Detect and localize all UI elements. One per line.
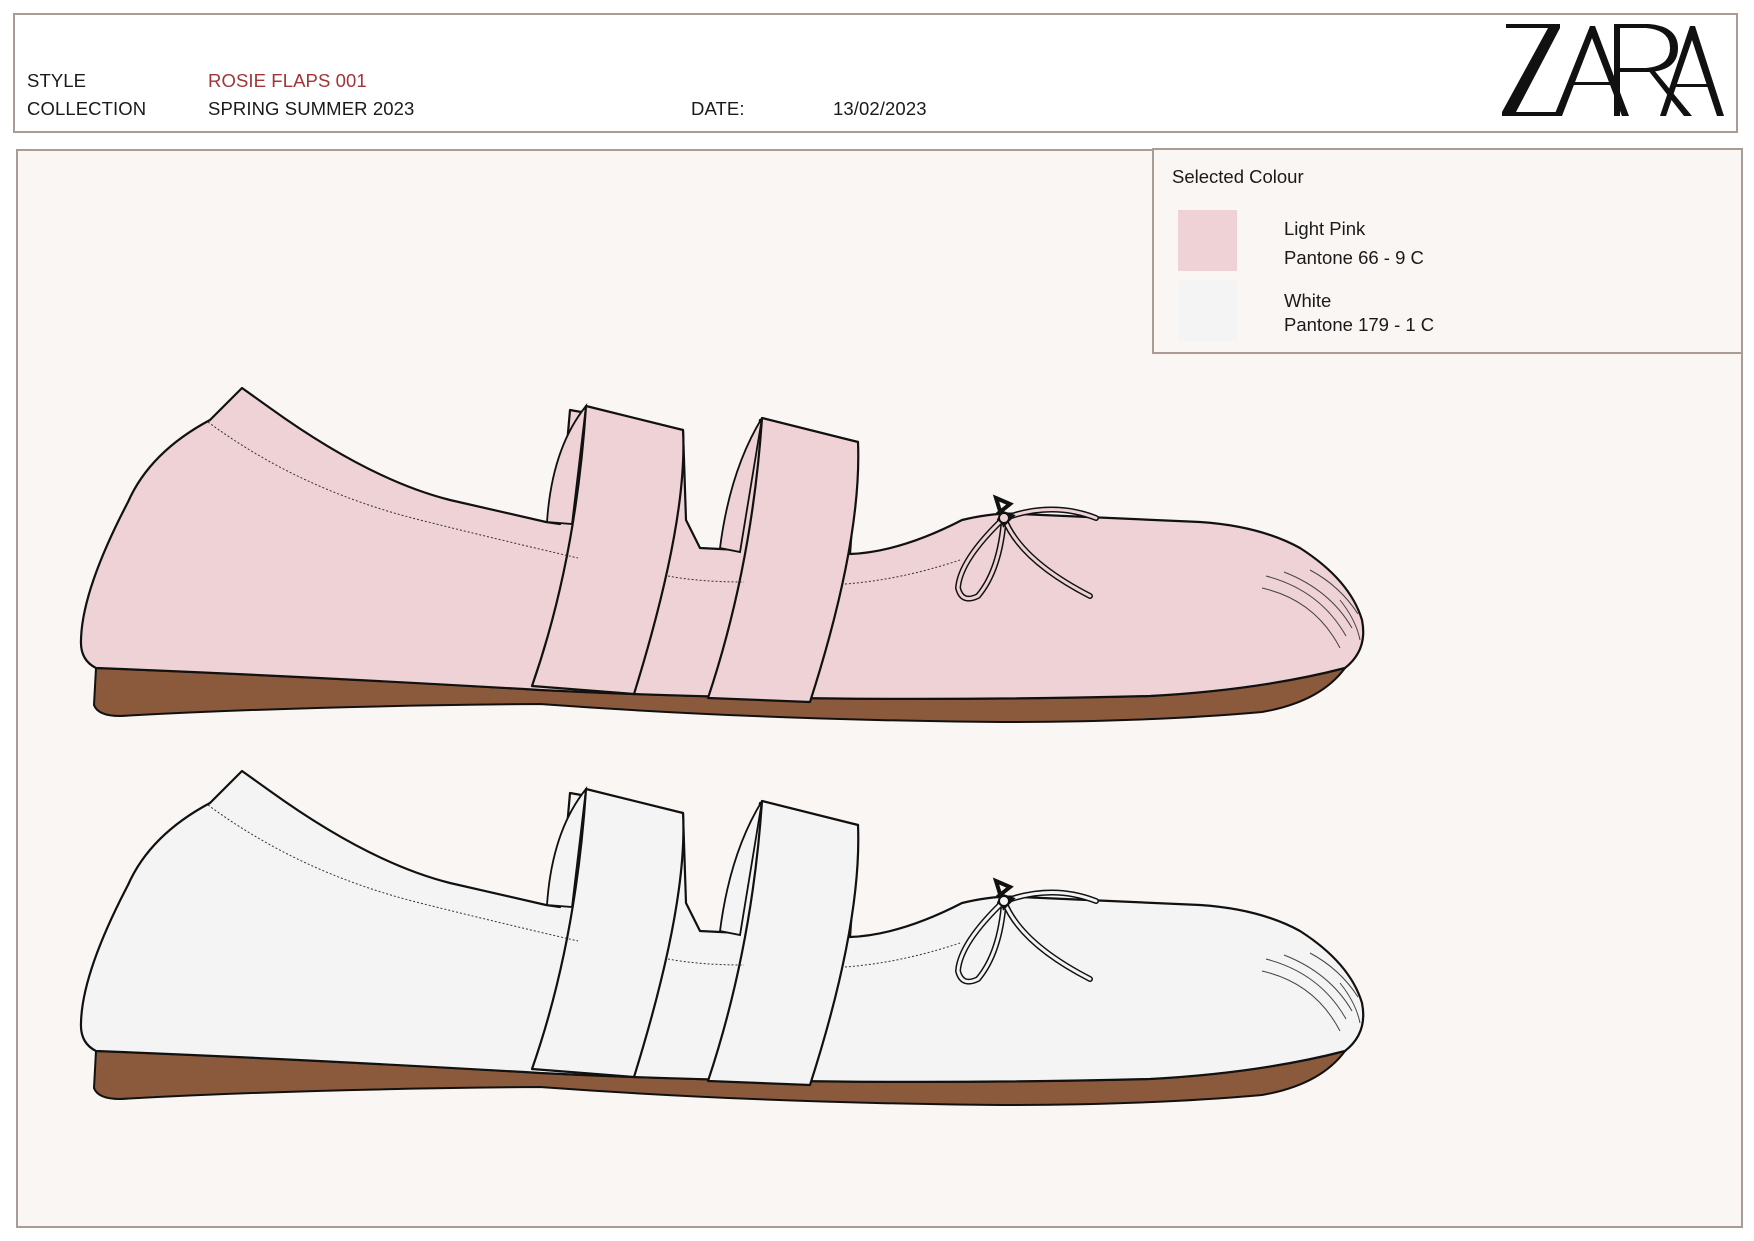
colour-code: Pantone 66 - 9 C <box>1284 247 1424 268</box>
colour-name: Light Pink <box>1284 218 1366 239</box>
colour-name: White <box>1284 290 1332 311</box>
shoe-light-pink <box>79 386 1365 724</box>
swatch-light-pink <box>1178 210 1237 271</box>
selected-colour-panel: Selected Colour Light Pink Pantone 66 - … <box>1152 148 1743 354</box>
shoe-white <box>79 769 1365 1107</box>
swatch-white <box>1178 280 1237 341</box>
colour-code: Pantone 179 - 1 C <box>1284 314 1435 335</box>
panel-title: Selected Colour <box>1172 166 1304 187</box>
